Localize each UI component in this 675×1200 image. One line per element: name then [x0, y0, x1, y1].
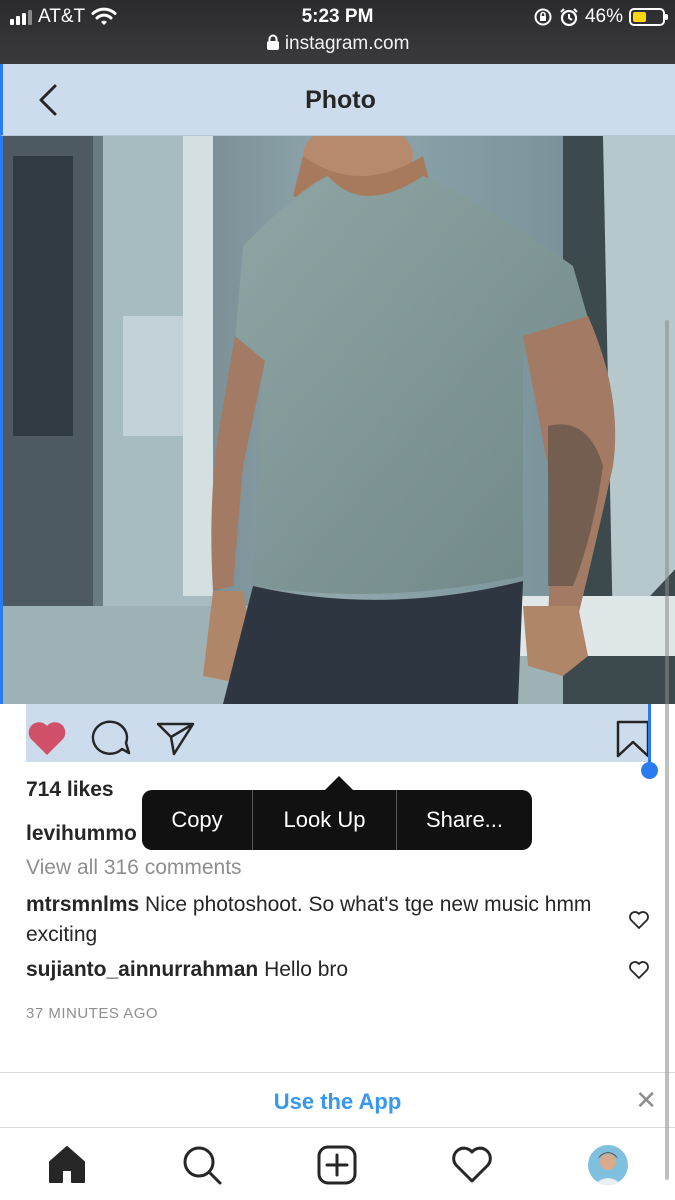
profile-picture — [588, 1145, 628, 1185]
comment-text: Hello bro — [264, 958, 349, 981]
orientation-lock-icon — [534, 8, 552, 26]
url-text: instagram.com — [284, 33, 410, 54]
comment-icon[interactable] — [90, 718, 132, 758]
comment-username[interactable]: mtrsmnlms — [26, 893, 139, 916]
battery-percent: 46% — [584, 6, 623, 27]
add-post-icon[interactable] — [316, 1144, 358, 1186]
home-icon[interactable] — [46, 1144, 88, 1186]
scrollbar[interactable] — [665, 320, 669, 1180]
alarm-icon — [560, 8, 578, 27]
caption-username[interactable]: levihummo — [26, 822, 151, 846]
status-bar: AT&T 5:23 PM instagram.com 46% — [0, 0, 675, 64]
send-icon[interactable] — [154, 718, 196, 758]
selection-handle[interactable] — [641, 762, 658, 779]
post-image — [3, 136, 675, 704]
bottom-nav — [0, 1128, 675, 1200]
post-photo[interactable] — [0, 136, 675, 704]
comment-username[interactable]: sujianto_ainnurrahman — [26, 958, 258, 981]
comment-item: mtrsmnlms Nice photoshoot. So what's tge… — [26, 890, 616, 950]
share-menu-item[interactable]: Share... — [397, 790, 532, 850]
battery-icon — [629, 8, 668, 26]
page-title: Photo — [305, 86, 376, 114]
use-app-banner: Use the App ✕ — [0, 1072, 675, 1128]
url-bar[interactable]: instagram.com — [0, 33, 675, 55]
heart-outline-icon[interactable] — [451, 1144, 493, 1186]
selection-handle-line[interactable] — [648, 704, 651, 766]
heart-icon[interactable] — [26, 718, 68, 758]
lock-icon — [266, 34, 279, 50]
avatar[interactable] — [588, 1145, 628, 1185]
status-right: 46% — [533, 6, 668, 28]
post-timestamp: 37 MINUTES AGO — [26, 1005, 159, 1022]
copy-menu-item[interactable]: Copy — [142, 790, 252, 850]
look-up-menu-item[interactable]: Look Up — [253, 790, 396, 850]
like-count[interactable]: 714 likes — [26, 778, 114, 802]
comment-like-icon[interactable] — [628, 910, 650, 930]
post-actions — [26, 704, 650, 762]
view-all-comments[interactable]: View all 316 comments — [26, 856, 242, 880]
text-selection-menu: Copy Look Up Share... — [142, 776, 532, 850]
page-header: Photo — [0, 64, 675, 136]
comment-item: sujianto_ainnurrahman Hello bro — [26, 955, 616, 985]
use-app-link[interactable]: Use the App — [0, 1089, 675, 1115]
search-icon[interactable] — [181, 1144, 223, 1186]
comment-like-icon[interactable] — [628, 960, 650, 980]
close-icon[interactable]: ✕ — [635, 1087, 657, 1113]
